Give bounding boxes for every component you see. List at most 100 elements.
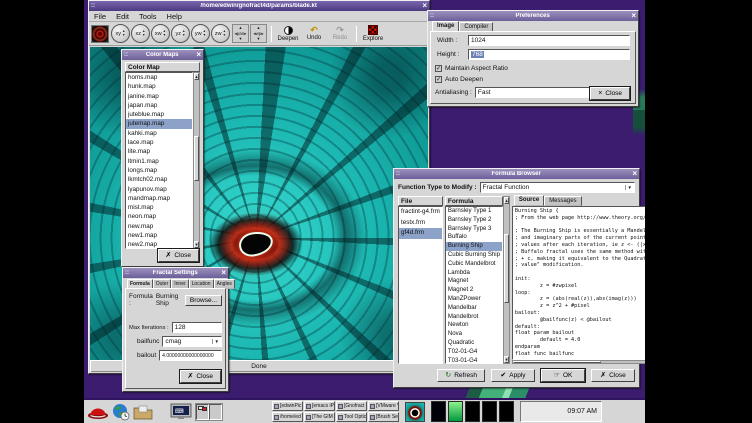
monitor-applet[interactable] — [431, 401, 446, 422]
close-button[interactable]: ✗ Close — [180, 370, 222, 383]
monitor-applet[interactable] — [465, 401, 480, 422]
function-type-dropdown[interactable]: Fractal Function ▼ — [480, 182, 635, 193]
tab[interactable]: Messages — [544, 196, 581, 206]
colormap-scrollbar[interactable]: ▲ ▼ — [193, 72, 200, 249]
formula-list-item[interactable]: Nova — [446, 330, 502, 339]
colormap-list-item[interactable]: mist.map — [126, 203, 192, 212]
task-button[interactable]: [VMware V — [368, 401, 399, 411]
formula-scrollbar[interactable]: ▲ ▼ — [503, 196, 510, 364]
rotation-dial[interactable]: yw ▲▼ — [191, 24, 210, 43]
rotation-dial[interactable]: yz ▲▼ — [171, 24, 190, 43]
monitor-applet[interactable] — [482, 401, 497, 422]
close-icon[interactable]: × — [631, 13, 636, 19]
task-button[interactable]: [Brush Se — [368, 412, 399, 422]
colormap-list-item[interactable]: longs.map — [126, 166, 192, 175]
formula-list-item[interactable]: Burning Ship — [446, 242, 502, 251]
scroll-thumb[interactable] — [504, 234, 509, 302]
colormap-list-item[interactable]: lace.map — [126, 138, 192, 147]
width-input[interactable]: 1024 — [468, 35, 630, 46]
menu-item[interactable]: Help — [162, 12, 187, 21]
colormap-list-item[interactable]: hunk.map — [126, 82, 192, 91]
formula-list-item[interactable]: Barnsley Type 1 — [446, 207, 502, 216]
colormap-list-item[interactable]: homs.map — [126, 73, 192, 82]
dial-arrows-icon[interactable]: ▲▼ — [223, 30, 226, 36]
gnofract4d-tray-icon[interactable] — [405, 402, 425, 422]
menu-item[interactable]: Edit — [111, 12, 134, 21]
clock-applet[interactable]: 09:07 AM — [520, 401, 602, 422]
dial-arrows-icon[interactable]: ▲▼ — [182, 30, 185, 36]
formula-list-item[interactable]: Mandelbrot — [446, 313, 502, 322]
spin-up-icon[interactable]: ▲ — [239, 26, 243, 30]
spinner[interactable]: ▲ ◂pan▸ ▼ — [232, 24, 249, 43]
refresh-button[interactable]: ↻ Refresh — [437, 369, 485, 382]
menu-item[interactable]: File — [89, 12, 111, 21]
hscroll-thumb[interactable] — [513, 361, 601, 363]
window-menu-icon[interactable]: :: — [125, 270, 129, 276]
rotation-dial[interactable]: xw ▲▼ — [151, 24, 170, 43]
colormap-list-item[interactable]: kahki.map — [126, 129, 192, 138]
dial-arrows-icon[interactable]: ▲▼ — [203, 30, 206, 36]
formula-list-item[interactable]: Magnet 2 — [446, 286, 502, 295]
bailfunc-dropdown[interactable]: cmag ▼ — [162, 336, 222, 347]
scroll-down-icon[interactable]: ▼ — [504, 356, 509, 363]
window-menu-icon[interactable]: :: — [91, 3, 95, 9]
apply-button[interactable]: ✔ Apply — [491, 369, 535, 382]
formula-column-header[interactable]: Formula — [445, 196, 503, 206]
formula-list-item[interactable]: Barnsley Type 2 — [446, 216, 502, 225]
browse-button[interactable]: Browse... — [185, 295, 222, 306]
close-button[interactable]: × Close — [590, 87, 630, 100]
monitor-applet[interactable] — [448, 401, 463, 422]
fractal-reset-icon[interactable] — [91, 25, 109, 43]
fractal-settings-titlebar[interactable]: :: Fractal Settings × — [123, 268, 228, 278]
formula-list-item[interactable]: ManZPower — [446, 295, 502, 304]
explore-button[interactable]: Explore — [361, 23, 385, 45]
monitor-applet[interactable] — [499, 401, 514, 422]
scroll-thumb[interactable] — [194, 136, 199, 181]
workspace-2[interactable] — [209, 404, 222, 420]
undo-button[interactable]: ↶ Undo — [302, 23, 326, 45]
web-browser-launcher[interactable] — [112, 403, 130, 421]
window-menu-icon[interactable]: :: — [396, 171, 400, 177]
file-manager-launcher[interactable] — [133, 404, 153, 420]
formula-list-item[interactable]: T03-01-G4 — [446, 357, 502, 364]
colormap-list-item[interactable]: ltmin1.map — [126, 157, 192, 166]
menu-item[interactable]: Tools — [134, 12, 162, 21]
colormap-list-item[interactable]: juteblue.map — [126, 110, 192, 119]
dial-arrows-icon[interactable]: ▲▼ — [163, 30, 166, 36]
colormap-list-item[interactable]: mandmap.map — [126, 194, 192, 203]
max-iterations-input[interactable]: 128 — [172, 322, 222, 333]
height-input[interactable]: 768 — [468, 49, 630, 60]
colormap-list-item[interactable]: japan.map — [126, 101, 192, 110]
file-column-header[interactable]: File — [398, 196, 443, 206]
window-menu-icon[interactable]: :: — [430, 13, 434, 19]
spin-down-icon[interactable]: ▼ — [257, 37, 261, 41]
task-button[interactable]: [Gnofract — [336, 401, 367, 411]
file-list-item[interactable]: fractint-g4.frm — [399, 207, 442, 218]
source-code[interactable]: Burning Ship {; From the web page http:/… — [512, 206, 645, 360]
bailout-input[interactable]: 4.00000000000000000 — [159, 350, 222, 361]
file-list-item[interactable]: testx.frm — [399, 218, 442, 229]
dial-arrows-icon[interactable]: ▲▼ — [122, 30, 125, 36]
screenshot-tool-launcher[interactable]: ⌨ — [170, 403, 192, 420]
colormap-list-item[interactable]: lite.map — [126, 147, 192, 156]
rotation-dial[interactable]: zw ▲▼ — [211, 24, 230, 43]
preferences-titlebar[interactable]: :: Preferences × — [428, 11, 638, 21]
formula-list-item[interactable]: Buffalo — [446, 233, 502, 242]
spin-up-icon[interactable]: ▲ — [257, 26, 261, 30]
workspace-1[interactable] — [196, 404, 209, 420]
workspace-pager[interactable] — [195, 403, 223, 421]
formula-list-item[interactable]: Lambda — [446, 269, 502, 278]
formula-list-item[interactable]: Cubic Mandelbrot — [446, 260, 502, 269]
colormaps-titlebar[interactable]: :: Color Maps × — [122, 50, 203, 60]
window-menu-icon[interactable]: :: — [124, 52, 128, 58]
tab[interactable]: Source — [514, 195, 544, 206]
colormap-column-header[interactable]: Color Map — [125, 62, 200, 72]
auto-deepen-checkbox[interactable]: ✓ — [435, 76, 442, 83]
colormap-list-item[interactable]: new.map — [126, 222, 192, 231]
colormap-list-item[interactable]: neon.map — [126, 212, 192, 221]
colormap-list-item[interactable]: new1.map — [126, 231, 192, 240]
source-hscrollbar[interactable] — [512, 360, 645, 364]
deepen-button[interactable]: Deepen — [276, 23, 300, 45]
colormap-list-item[interactable]: janine.map — [126, 92, 192, 101]
close-icon[interactable]: × — [632, 171, 637, 177]
